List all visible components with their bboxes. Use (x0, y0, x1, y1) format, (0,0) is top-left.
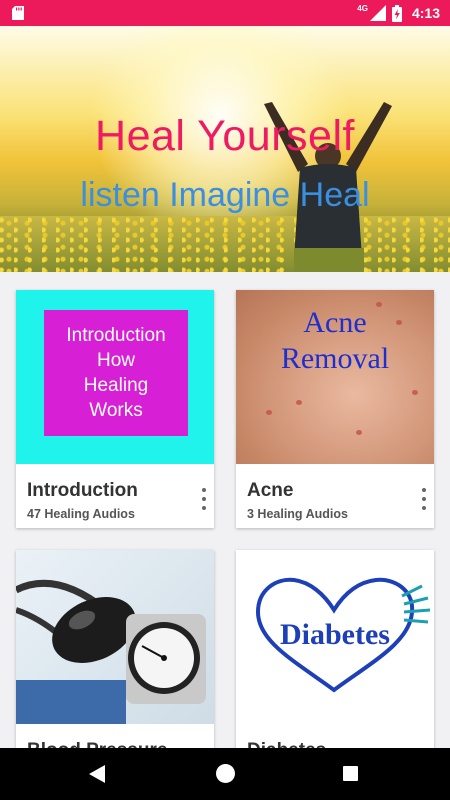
blood-pressure-monitor-image (16, 579, 206, 724)
image-caption-line2: Removal (280, 342, 390, 375)
signal-icon (369, 5, 386, 21)
home-icon[interactable] (216, 764, 235, 783)
clock: 4:13 (411, 5, 440, 21)
hero-banner: Heal Yourself listen Imagine Heal (0, 26, 450, 272)
more-vert-icon[interactable] (421, 488, 427, 512)
card-image[interactable]: Introduction How Healing Works (16, 290, 214, 464)
card-subtitle: 3 Healing Audios (247, 507, 348, 521)
card-image[interactable]: Acne Removal (236, 290, 434, 464)
category-card-acne[interactable]: Acne Removal Acne 3 Healing Audios (236, 290, 434, 528)
more-vert-icon[interactable] (201, 488, 207, 512)
category-card-introduction[interactable]: Introduction How Healing Works Introduct… (16, 290, 214, 528)
image-caption-line1: Acne (303, 306, 367, 339)
image-caption: Introduction How Healing Works (66, 325, 166, 421)
network-type: 4G (357, 3, 368, 13)
recent-apps-icon[interactable] (343, 766, 358, 781)
system-nav-bar (0, 748, 450, 800)
battery-charging-icon (391, 4, 402, 22)
hero-subtitle: listen Imagine Heal (80, 176, 370, 214)
card-title: Introduction (27, 480, 138, 501)
hero-title: Heal Yourself (95, 112, 355, 160)
card-subtitle: 47 Healing Audios (27, 507, 135, 521)
card-image[interactable] (16, 550, 214, 724)
sd-card-icon (12, 6, 24, 20)
card-title: Acne (247, 480, 294, 501)
image-caption: Diabetes (280, 618, 390, 651)
card-image[interactable]: Diabetes (236, 550, 434, 724)
back-icon[interactable] (89, 765, 107, 783)
status-bar: 4G 4:13 (0, 0, 450, 26)
